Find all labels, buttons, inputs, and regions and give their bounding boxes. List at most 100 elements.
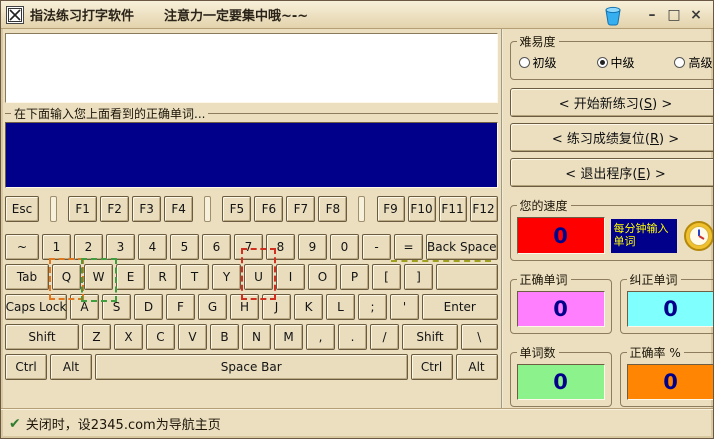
key-group-separator: [42, 196, 65, 222]
key-f2[interactable]: F2: [100, 196, 129, 222]
key-h[interactable]: H: [230, 294, 259, 320]
reset-score-button[interactable]: < 练习成绩复位(R) >: [510, 123, 713, 152]
key-f12[interactable]: F12: [470, 196, 498, 222]
key-symbol[interactable]: [: [372, 264, 401, 290]
key-f10[interactable]: F10: [408, 196, 436, 222]
radio-intermediate[interactable]: 中级: [597, 54, 635, 71]
clock-icon: [683, 220, 713, 252]
key-f5[interactable]: F5: [222, 196, 251, 222]
key-s[interactable]: S: [102, 294, 131, 320]
key-f3[interactable]: F3: [132, 196, 161, 222]
radio-circle-intermediate[interactable]: [597, 57, 608, 68]
keyboard-row-5: ShiftZXCVBNM,./Shift\: [5, 324, 498, 350]
key-f11[interactable]: F11: [439, 196, 467, 222]
key-symbol[interactable]: ~: [5, 234, 39, 260]
key-symbol[interactable]: .: [338, 324, 367, 350]
key-b[interactable]: B: [210, 324, 239, 350]
key-g[interactable]: G: [198, 294, 227, 320]
key-symbol[interactable]: /: [370, 324, 399, 350]
key-r[interactable]: R: [148, 264, 177, 290]
key-6[interactable]: 6: [202, 234, 231, 260]
key-4[interactable]: 4: [138, 234, 167, 260]
key-tab[interactable]: Tab: [5, 264, 49, 290]
key-caps-lock[interactable]: Caps Lock: [5, 294, 67, 320]
key-i[interactable]: I: [276, 264, 305, 290]
key-f7[interactable]: F7: [286, 196, 315, 222]
key-8[interactable]: 8: [266, 234, 295, 260]
key-3[interactable]: 3: [106, 234, 135, 260]
radio-circle-beginner[interactable]: [519, 57, 530, 68]
radio-circle-advanced[interactable]: [674, 57, 685, 68]
key-esc[interactable]: Esc: [5, 196, 39, 222]
key-shift[interactable]: Shift: [5, 324, 79, 350]
minimize-button[interactable]: –: [643, 6, 661, 24]
key-space-bar[interactable]: Space Bar: [95, 354, 408, 380]
exit-program-button[interactable]: < 退出程序(E) >: [510, 158, 713, 187]
speed-group: 您的速度 0 每分钟输入单词: [510, 197, 713, 261]
key-w[interactable]: W: [84, 264, 113, 290]
key-p[interactable]: P: [340, 264, 369, 290]
homepage-checkbox[interactable]: ✔: [9, 416, 21, 432]
key-ctrl[interactable]: Ctrl: [5, 354, 47, 380]
key-alt[interactable]: Alt: [50, 354, 92, 380]
corrected-words-group: 纠正单词 0: [620, 271, 713, 334]
key-q[interactable]: Q: [52, 264, 81, 290]
key-e[interactable]: E: [116, 264, 145, 290]
radio-advanced[interactable]: 高级: [674, 54, 712, 71]
key-t[interactable]: T: [180, 264, 209, 290]
key-f8[interactable]: F8: [318, 196, 347, 222]
radio-beginner[interactable]: 初级: [519, 54, 557, 71]
key-x[interactable]: X: [114, 324, 143, 350]
key-f6[interactable]: F6: [254, 196, 283, 222]
key-symbol[interactable]: ]: [404, 264, 433, 290]
key-2[interactable]: 2: [74, 234, 103, 260]
key-shift[interactable]: Shift: [402, 324, 458, 350]
word-display: [5, 33, 498, 103]
key-symbol[interactable]: \: [461, 324, 498, 350]
key-f1[interactable]: F1: [68, 196, 97, 222]
key-alt[interactable]: Alt: [456, 354, 498, 380]
key-symbol[interactable]: =: [394, 234, 423, 260]
typing-input[interactable]: [5, 122, 498, 188]
keyboard-row-2: ~1234567890-=Back Space: [5, 234, 498, 260]
key-y[interactable]: Y: [212, 264, 241, 290]
difficulty-group: 难易度 初级中级高级: [510, 33, 713, 80]
close-button[interactable]: ×: [687, 6, 705, 24]
start-new-practice-button[interactable]: < 开始新练习(S) >: [510, 88, 713, 117]
key-l[interactable]: L: [326, 294, 355, 320]
key-blank[interactable]: [436, 264, 498, 290]
key-back-space[interactable]: Back Space: [426, 234, 498, 260]
key-5[interactable]: 5: [170, 234, 199, 260]
key-7[interactable]: 7: [234, 234, 263, 260]
key-m[interactable]: M: [274, 324, 303, 350]
key-ctrl[interactable]: Ctrl: [411, 354, 453, 380]
blue-cup-icon[interactable]: [601, 3, 625, 27]
status-bar: ✔ 关闭时，设2345.com为导航主页: [1, 408, 713, 438]
key-d[interactable]: D: [134, 294, 163, 320]
key-a[interactable]: A: [70, 294, 99, 320]
key-u[interactable]: U: [244, 264, 273, 290]
key-j[interactable]: J: [262, 294, 291, 320]
key-f[interactable]: F: [166, 294, 195, 320]
key-1[interactable]: 1: [42, 234, 71, 260]
key-n[interactable]: N: [242, 324, 271, 350]
key-symbol[interactable]: -: [362, 234, 391, 260]
key-k[interactable]: K: [294, 294, 323, 320]
difficulty-options: 初级 中级 高级: [517, 53, 713, 73]
key-v[interactable]: V: [178, 324, 207, 350]
maximize-button[interactable]: □: [665, 6, 683, 24]
app-icon: [6, 6, 24, 24]
key-symbol[interactable]: ': [390, 294, 419, 320]
key-f4[interactable]: F4: [164, 196, 193, 222]
key-9[interactable]: 9: [298, 234, 327, 260]
key-symbol[interactable]: ;: [358, 294, 387, 320]
key-o[interactable]: O: [308, 264, 337, 290]
speed-legend: 您的速度: [517, 197, 571, 214]
key-f9[interactable]: F9: [377, 196, 405, 222]
key-z[interactable]: Z: [82, 324, 111, 350]
key-symbol[interactable]: ,: [306, 324, 335, 350]
key-0[interactable]: 0: [330, 234, 359, 260]
key-enter[interactable]: Enter: [422, 294, 498, 320]
key-c[interactable]: C: [146, 324, 175, 350]
stat-row-1: 正确单词 0 纠正单词 0: [510, 271, 713, 334]
